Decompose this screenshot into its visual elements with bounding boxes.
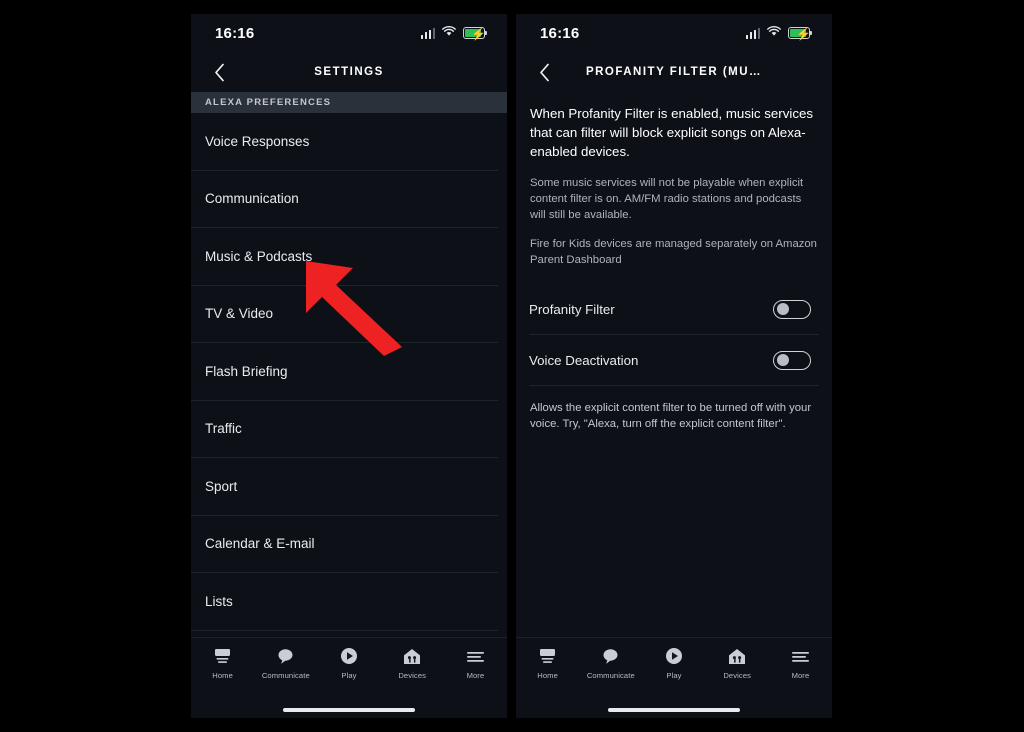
profanity-filter-content: When Profanity Filter is enabled, music … — [516, 92, 832, 432]
signal-icon — [420, 27, 435, 39]
home-indicator[interactable] — [283, 708, 415, 712]
tab-more[interactable]: More — [769, 646, 832, 680]
hamburger-menu-icon — [791, 646, 810, 666]
nav-bar-right: PROFANITY FILTER (MU… — [516, 52, 832, 92]
section-header-label: ALEXA PREFERENCES — [205, 97, 332, 108]
note-music-services: Some music services will not be playable… — [530, 177, 804, 221]
list-item-lists[interactable]: Lists — [191, 573, 498, 631]
section-header-alexa-preferences: ALEXA PREFERENCES — [191, 92, 507, 113]
list-item-label: Calendar & E-mail — [205, 536, 315, 552]
list-item-label: Flash Briefing — [205, 363, 288, 379]
signal-icon — [745, 27, 760, 39]
tab-devices[interactable]: Devices — [706, 646, 769, 680]
settings-list: Voice Responses Communication Music & Po… — [191, 113, 507, 631]
setting-label: Profanity Filter — [529, 301, 615, 317]
tab-play[interactable]: Play — [317, 646, 380, 680]
status-bar-left: 16:16 ⚡ — [191, 14, 507, 52]
list-item-sport[interactable]: Sport — [191, 458, 498, 516]
battery-charging-icon: ⚡ — [463, 27, 488, 41]
note-fire-for-kids: Fire for Kids devices are managed separa… — [530, 238, 817, 266]
list-item-label: Lists — [205, 593, 233, 609]
speech-bubble-icon — [277, 646, 294, 666]
tab-label: Play — [341, 671, 357, 680]
toggle-knob — [777, 354, 789, 366]
speech-bubble-icon — [602, 646, 619, 666]
tab-home[interactable]: Home — [191, 646, 254, 680]
list-item-label: Sport — [205, 478, 238, 494]
status-icons: ⚡ — [745, 24, 813, 42]
list-item-calendar-and-email[interactable]: Calendar & E-mail — [191, 516, 498, 573]
tab-label: Devices — [723, 671, 752, 680]
status-icons: ⚡ — [420, 24, 488, 42]
phone-screen-settings: 16:16 ⚡ SETTINGS ALEXA PREFERENCES Voice… — [191, 14, 507, 718]
echo-device-icon — [213, 646, 232, 666]
nav-bar-left: SETTINGS — [191, 52, 507, 92]
tab-play[interactable]: Play — [642, 646, 705, 680]
setting-row-profanity-filter[interactable]: Profanity Filter — [529, 284, 819, 335]
status-time: 16:16 — [540, 24, 580, 42]
home-indicator[interactable] — [608, 708, 740, 712]
battery-charging-icon: ⚡ — [788, 27, 813, 41]
settings-scroll-area[interactable]: Voice Responses Communication Music & Po… — [191, 113, 507, 637]
profanity-filter-scroll-area[interactable]: When Profanity Filter is enabled, music … — [516, 92, 832, 637]
tab-label: Communicate — [261, 671, 310, 680]
page-title: SETTINGS — [314, 66, 384, 78]
chevron-left-icon — [214, 63, 224, 81]
list-item-voice-responses[interactable]: Voice Responses — [191, 113, 498, 171]
status-time: 16:16 — [215, 24, 255, 42]
tab-communicate[interactable]: Communicate — [579, 646, 642, 680]
home-indicator-area-left — [191, 702, 507, 718]
toggle-knob — [777, 303, 789, 315]
play-circle-icon — [665, 646, 683, 666]
home-devices-icon — [728, 646, 746, 666]
lead-paragraph: When Profanity Filter is enabled, music … — [530, 106, 814, 159]
home-indicator-area-right — [516, 702, 832, 718]
play-circle-icon — [340, 646, 358, 666]
list-item-traffic[interactable]: Traffic — [191, 401, 498, 458]
list-item-flash-briefing[interactable]: Flash Briefing — [191, 343, 498, 401]
wifi-icon — [442, 24, 456, 42]
tab-label: Home — [212, 671, 233, 680]
phone-screen-profanity-filter: 16:16 ⚡ PROFANITY FILTER (MU… When Profa… — [516, 14, 832, 718]
profanity-filter-toggle[interactable] — [773, 299, 811, 319]
page-title: PROFANITY FILTER (MU… — [585, 66, 763, 78]
tab-home[interactable]: Home — [516, 646, 579, 680]
tab-label: Play — [666, 671, 682, 680]
tab-bar-left: Home Communicate Play Devices More — [191, 637, 507, 702]
list-item-communication[interactable]: Communication — [191, 171, 498, 228]
list-item-music-and-podcasts[interactable]: Music & Podcasts — [191, 228, 498, 286]
list-item-label: Music & Podcasts — [205, 248, 313, 264]
home-devices-icon — [403, 646, 421, 666]
status-bar-right: 16:16 ⚡ — [516, 14, 832, 52]
list-item-label: Traffic — [205, 421, 242, 437]
setting-label: Voice Deactivation — [529, 352, 639, 368]
back-button[interactable] — [207, 60, 231, 84]
tab-devices[interactable]: Devices — [381, 646, 444, 680]
echo-device-icon — [538, 646, 557, 666]
footer-note: Allows the explicit content filter to be… — [530, 402, 812, 430]
chevron-left-icon — [539, 63, 549, 81]
tab-label: More — [466, 671, 485, 680]
list-item-label: Voice Responses — [205, 133, 310, 149]
list-item-tv-and-video[interactable]: TV & Video — [191, 286, 498, 343]
list-item-label: Communication — [205, 191, 299, 207]
list-item-label: TV & Video — [205, 306, 274, 322]
tab-bar-right: Home Communicate Play Devices More — [516, 637, 832, 702]
tab-label: Home — [537, 671, 558, 680]
tab-label: More — [791, 671, 810, 680]
tab-communicate[interactable]: Communicate — [254, 646, 317, 680]
tab-more[interactable]: More — [444, 646, 507, 680]
voice-deactivation-toggle[interactable] — [773, 350, 811, 370]
hamburger-menu-icon — [466, 646, 485, 666]
wifi-icon — [767, 24, 781, 42]
back-button[interactable] — [532, 60, 556, 84]
tab-label: Communicate — [586, 671, 635, 680]
tab-label: Devices — [398, 671, 427, 680]
setting-row-voice-deactivation[interactable]: Voice Deactivation — [529, 335, 819, 386]
